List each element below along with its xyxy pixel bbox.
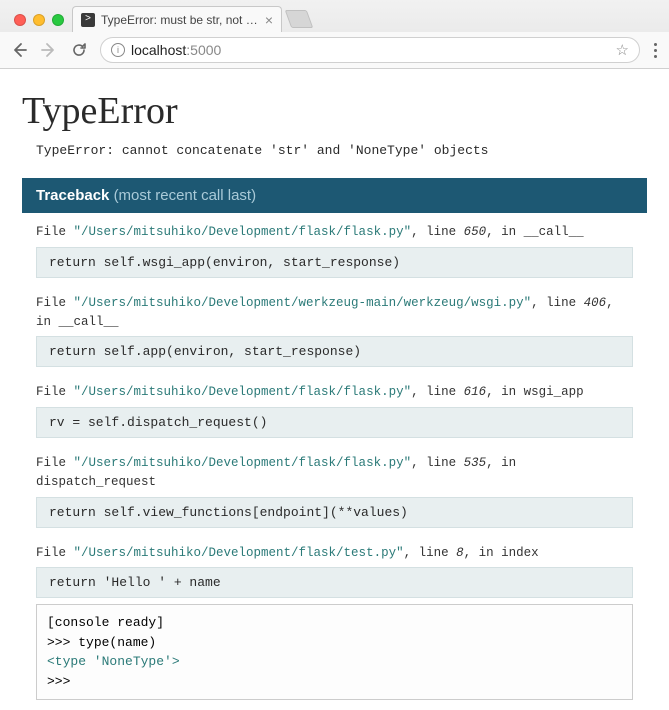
- error-title: TypeError: [22, 89, 647, 133]
- traceback-header: Traceback (most recent call last): [22, 178, 647, 213]
- back-button[interactable]: [10, 42, 28, 58]
- reload-icon: [71, 42, 87, 58]
- tab-bar: > TypeError: must be str, not No ×: [0, 0, 669, 32]
- frame-code: return self.wsgi_app(environ, start_resp…: [36, 247, 633, 278]
- traceback-subtitle: (most recent call last): [114, 187, 257, 204]
- window-maximize-button[interactable]: [52, 14, 64, 26]
- arrow-left-icon: [11, 42, 27, 58]
- browser-menu-icon[interactable]: [652, 41, 659, 60]
- traceback-frame[interactable]: File "/Users/mitsuhiko/Development/werkz…: [22, 284, 647, 368]
- site-info-icon[interactable]: i: [111, 43, 125, 57]
- traceback-label: Traceback: [36, 187, 109, 204]
- favicon-icon: >: [81, 13, 95, 27]
- frame-location: File "/Users/mitsuhiko/Development/flask…: [36, 454, 633, 492]
- address-bar[interactable]: i localhost:5000 ☆: [100, 37, 640, 63]
- frame-code: return 'Hello ' + name: [36, 567, 633, 598]
- url-path: :5000: [186, 42, 221, 58]
- page-content: TypeError TypeError: cannot concatenate …: [0, 69, 669, 710]
- browser-tab[interactable]: > TypeError: must be str, not No ×: [72, 6, 282, 32]
- traceback-frames: File "/Users/mitsuhiko/Development/flask…: [22, 213, 647, 598]
- frame-code: return self.view_functions[endpoint](**v…: [36, 497, 633, 528]
- browser-toolbar: i localhost:5000 ☆: [0, 32, 669, 68]
- frame-code: return self.app(environ, start_response): [36, 336, 633, 367]
- frame-location: File "/Users/mitsuhiko/Development/werkz…: [36, 294, 633, 332]
- browser-chrome: > TypeError: must be str, not No × i loc…: [0, 0, 669, 69]
- console-input-line: >>> type(name): [47, 633, 622, 653]
- forward-button[interactable]: [40, 42, 58, 58]
- url-host: localhost: [131, 42, 186, 58]
- window-minimize-button[interactable]: [33, 14, 45, 26]
- frame-location: File "/Users/mitsuhiko/Development/flask…: [36, 223, 633, 242]
- console-output-line: <type 'NoneType'>: [47, 652, 622, 672]
- close-tab-icon[interactable]: ×: [265, 13, 273, 27]
- debug-console[interactable]: [console ready] >>> type(name) <type 'No…: [36, 604, 633, 700]
- frame-location: File "/Users/mitsuhiko/Development/flask…: [36, 383, 633, 402]
- bookmark-star-icon[interactable]: ☆: [616, 41, 629, 59]
- arrow-right-icon: [41, 42, 57, 58]
- window-controls: [8, 14, 72, 32]
- frame-code: rv = self.dispatch_request(): [36, 407, 633, 438]
- traceback-frame[interactable]: File "/Users/mitsuhiko/Development/flask…: [22, 444, 647, 528]
- error-message: TypeError: cannot concatenate 'str' and …: [36, 143, 647, 158]
- console-prompt[interactable]: >>>: [47, 672, 622, 692]
- traceback-frame[interactable]: File "/Users/mitsuhiko/Development/flask…: [22, 534, 647, 599]
- reload-button[interactable]: [70, 42, 88, 58]
- frame-location: File "/Users/mitsuhiko/Development/flask…: [36, 544, 633, 563]
- traceback-frame[interactable]: File "/Users/mitsuhiko/Development/flask…: [22, 373, 647, 438]
- new-tab-button[interactable]: [285, 10, 314, 28]
- traceback-frame[interactable]: File "/Users/mitsuhiko/Development/flask…: [22, 213, 647, 278]
- tab-title: TypeError: must be str, not No: [101, 13, 259, 27]
- window-close-button[interactable]: [14, 14, 26, 26]
